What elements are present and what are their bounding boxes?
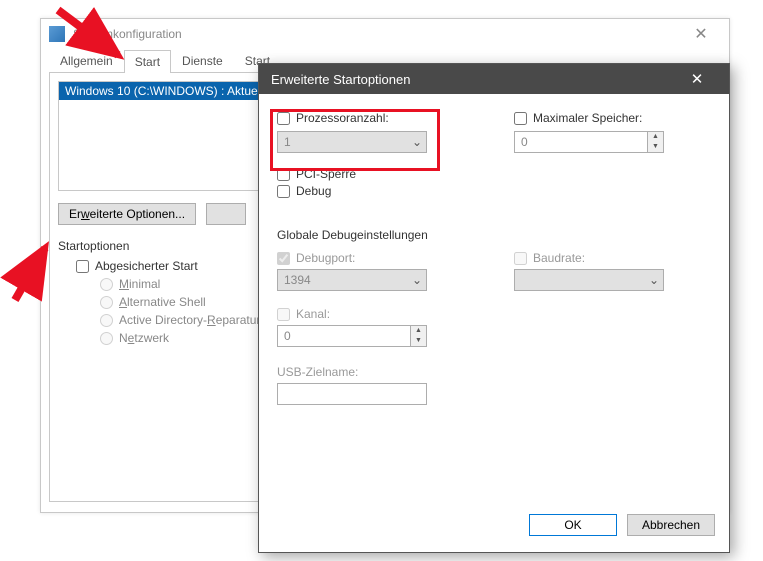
modal-title: Erweiterte Startoptionen	[271, 72, 677, 87]
app-icon	[49, 26, 65, 42]
cancel-button[interactable]: Abbrechen	[627, 514, 715, 536]
debug-checkbox[interactable]: Debug	[277, 184, 711, 198]
channel-spinner: 0 ▲▼	[277, 325, 427, 347]
spin-down-icon[interactable]: ▼	[648, 142, 663, 152]
proc-count-label: Prozessoranzahl:	[296, 111, 389, 125]
radio-minimal-text: Minimal	[119, 277, 160, 291]
spin-up-icon: ▲	[411, 326, 426, 336]
global-debug-label: Globale Debugeinstellungen	[277, 228, 711, 242]
spinner-buttons[interactable]: ▲▼	[647, 132, 663, 152]
debug-label: Debug	[296, 184, 331, 198]
proc-count-value: 1	[278, 135, 408, 149]
ok-button[interactable]: OK	[529, 514, 617, 536]
radio-altshell-input	[100, 296, 113, 309]
debugport-combo: 1394 ⌄	[277, 269, 427, 291]
close-icon[interactable]: ✕	[681, 24, 721, 44]
channel-value: 0	[278, 329, 410, 343]
chevron-down-icon: ⌄	[408, 135, 426, 149]
safeboot-input[interactable]	[76, 260, 89, 273]
max-mem-label: Maximaler Speicher:	[533, 111, 642, 125]
spinner-buttons: ▲▼	[410, 326, 426, 346]
channel-checkbox: Kanal:	[277, 307, 711, 321]
baudrate-input	[514, 252, 527, 265]
modal-body: Prozessoranzahl: 1 ⌄ Maximaler Speicher:…	[259, 94, 729, 504]
debugport-label: Debugport:	[296, 251, 355, 265]
pci-lock-checkbox[interactable]: PCI-Sperre	[277, 167, 711, 181]
max-mem-checkbox[interactable]: Maximaler Speicher:	[514, 111, 711, 125]
advanced-boot-dialog: Erweiterte Startoptionen ✕ Prozessoranza…	[258, 63, 730, 553]
modal-titlebar: Erweiterte Startoptionen ✕	[259, 64, 729, 94]
chevron-down-icon: ⌄	[408, 273, 426, 287]
titlebar: Systemkonfiguration ✕	[41, 19, 729, 49]
radio-network-input	[100, 332, 113, 345]
safeboot-text: Abgesicherter Start	[95, 259, 198, 273]
set-default-button[interactable]	[206, 203, 246, 225]
modal-close-icon[interactable]: ✕	[677, 70, 717, 88]
pci-lock-input[interactable]	[277, 168, 290, 181]
baudrate-checkbox: Baudrate:	[514, 251, 711, 265]
channel-input	[277, 308, 290, 321]
spin-up-icon[interactable]: ▲	[648, 132, 663, 142]
proc-count-checkbox[interactable]: Prozessoranzahl:	[277, 111, 474, 125]
chevron-down-icon: ⌄	[645, 273, 663, 287]
tab-services[interactable]: Dienste	[171, 49, 234, 72]
proc-count-input[interactable]	[277, 112, 290, 125]
baudrate-combo: ⌄	[514, 269, 664, 291]
modal-footer: OK Abbrechen	[259, 504, 729, 552]
usb-target-label: USB-Zielname:	[277, 365, 711, 379]
channel-label: Kanal:	[296, 307, 330, 321]
radio-altshell-text: Alternative Shell	[119, 295, 206, 309]
tab-general[interactable]: Allgemein	[49, 49, 124, 72]
spin-down-icon: ▼	[411, 336, 426, 346]
radio-adrepair-input	[100, 314, 113, 327]
radio-minimal-input	[100, 278, 113, 291]
debug-input[interactable]	[277, 185, 290, 198]
max-mem-spinner[interactable]: 0 ▲▼	[514, 131, 664, 153]
max-mem-input[interactable]	[514, 112, 527, 125]
usb-target-field	[277, 383, 427, 405]
tab-boot[interactable]: Start	[124, 50, 171, 73]
debugport-checkbox: Debugport:	[277, 251, 474, 265]
baudrate-label: Baudrate:	[533, 251, 585, 265]
max-mem-value: 0	[515, 135, 647, 149]
baudrate-value	[515, 273, 645, 287]
radio-adrepair-text: Active Directory-Reparatur	[119, 313, 260, 327]
window-title: Systemkonfiguration	[73, 27, 681, 41]
debugport-input	[277, 252, 290, 265]
debugport-value: 1394	[278, 273, 408, 287]
advanced-options-button[interactable]: Erweiterte Optionen...	[58, 203, 196, 225]
radio-network-text: Netzwerk	[119, 331, 169, 345]
pci-lock-label: PCI-Sperre	[296, 167, 356, 181]
proc-count-combo[interactable]: 1 ⌄	[277, 131, 427, 153]
